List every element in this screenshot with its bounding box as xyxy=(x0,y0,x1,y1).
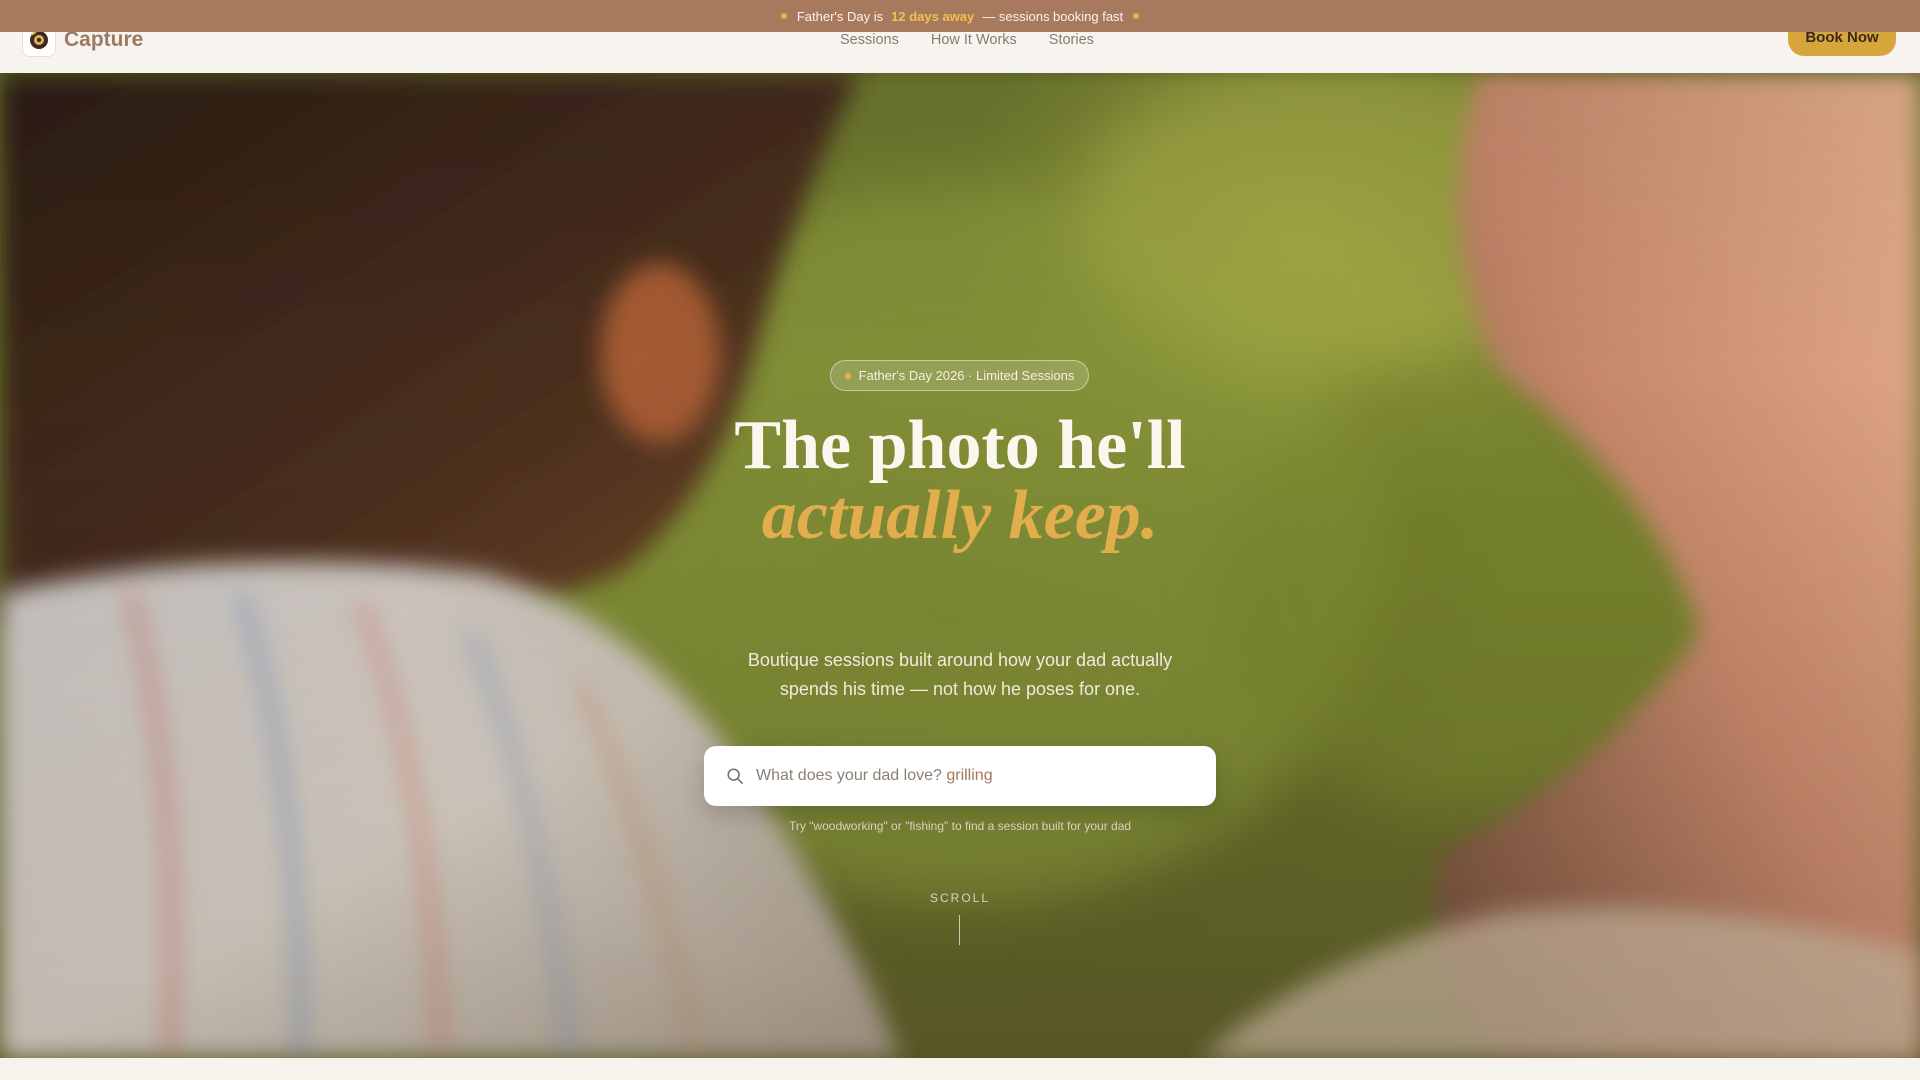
hero-headline-line1: The photo he'll xyxy=(734,407,1186,484)
hero-badge-label: Father's Day 2026 · Limited Sessions xyxy=(858,368,1075,383)
dot-icon xyxy=(844,372,851,379)
announcement-bar: Father's Day is 12 days away — sessions … xyxy=(0,0,1920,32)
hero-headline: The photo he'll actually keep. xyxy=(0,411,1920,551)
site-header: Capture Sessions How It Works Stories Bo… xyxy=(0,18,1920,73)
nav-item-sessions[interactable]: Sessions xyxy=(840,32,899,48)
next-section-edge xyxy=(0,1058,1920,1080)
search-input[interactable]: What does your dad love? grilling xyxy=(756,767,993,785)
dot-icon xyxy=(1133,13,1140,19)
scroll-indicator-label[interactable]: SCROLL xyxy=(0,891,1920,905)
nav-item-how-it-works[interactable]: How It Works xyxy=(931,32,1017,48)
search-prompt: What does your dad love? xyxy=(756,767,942,784)
hero-search-bar[interactable]: What does your dad love? grilling xyxy=(704,746,1216,806)
announcement-countdown: 12 days away xyxy=(891,8,975,24)
hero-overlay xyxy=(0,73,1920,1058)
scroll-indicator-line xyxy=(959,915,960,945)
search-value: grilling xyxy=(946,767,993,784)
announcement-prefix: Father's Day is xyxy=(796,8,884,24)
hero-headline-line2: actually keep. xyxy=(761,477,1159,554)
hero-subheadline: Boutique sessions built around how your … xyxy=(747,650,1173,699)
announcement-suffix: — sessions booking fast xyxy=(982,8,1124,24)
search-icon xyxy=(727,768,744,785)
nav-item-stories[interactable]: Stories xyxy=(1049,32,1094,48)
search-hint: Try "woodworking" or "fishing" to find a… xyxy=(788,819,1132,833)
hero-badge: Father's Day 2026 · Limited Sessions xyxy=(830,360,1089,391)
hero-section: Father's Day 2026 · Limited Sessions The… xyxy=(0,73,1920,1058)
dot-icon xyxy=(780,13,787,19)
